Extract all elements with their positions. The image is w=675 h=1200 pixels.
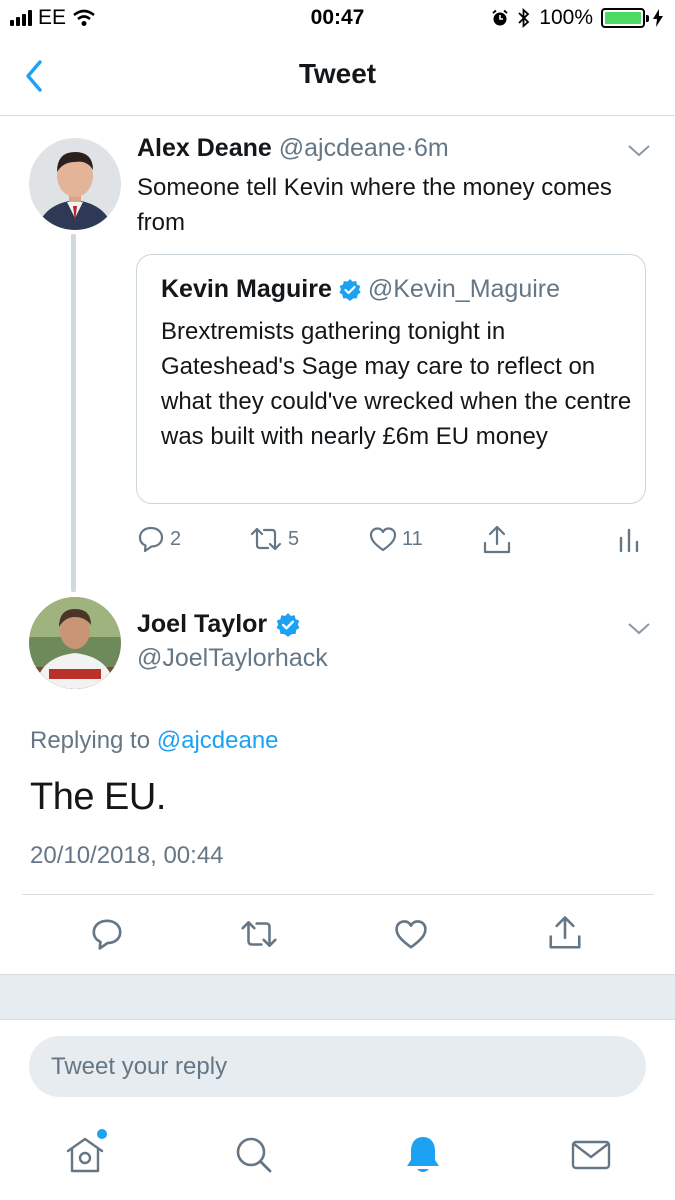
- tweet1-text: Someone tell Kevin where the money comes…: [137, 174, 612, 236]
- heart-icon: [369, 527, 397, 552]
- home-icon: [66, 1137, 104, 1173]
- verified-badge-icon: [339, 278, 361, 301]
- reply-placeholder: Tweet your reply: [51, 1052, 228, 1080]
- verified-badge-icon: [276, 612, 300, 637]
- retweet-icon: [250, 527, 282, 551]
- envelope-icon: [571, 1140, 611, 1170]
- replying-to: Replying to @ajcdeane: [30, 727, 279, 755]
- divider: [22, 894, 654, 895]
- tab-home[interactable]: [63, 1129, 107, 1177]
- battery-fill: [605, 12, 641, 24]
- meta-separator: ·: [405, 134, 414, 162]
- search-icon: [236, 1137, 272, 1173]
- tweet1-header: Alex Deane @ajcdeane·6m: [137, 134, 449, 163]
- comment-icon: [138, 526, 164, 553]
- bell-icon: [407, 1137, 439, 1172]
- retweet-icon[interactable]: [238, 916, 280, 952]
- tweet2-text: The EU.: [30, 776, 166, 818]
- like-action[interactable]: 11: [368, 524, 423, 554]
- thread-connector: [71, 234, 76, 592]
- author-handle[interactable]: @JoelTaylorhack: [137, 644, 328, 673]
- status-right: 100%: [491, 6, 663, 30]
- chevron-down-icon[interactable]: [626, 621, 652, 637]
- analytics-icon: [619, 528, 639, 553]
- author-name[interactable]: Joel Taylor: [137, 610, 267, 639]
- charging-icon: [653, 9, 663, 27]
- author-handle[interactable]: @ajcdeane: [279, 134, 406, 162]
- reply-count: 2: [170, 527, 182, 550]
- tweet2-author-row: Joel Taylor: [137, 610, 301, 639]
- bluetooth-icon: [518, 8, 530, 28]
- status-bar: EE 00:47 100%: [0, 0, 675, 38]
- tweet-age: 6m: [413, 134, 449, 162]
- home-notification-dot: [97, 1129, 107, 1139]
- heart-icon[interactable]: [393, 916, 429, 952]
- replying-to-link[interactable]: @ajcdeane: [157, 727, 279, 754]
- retweet-count: 5: [288, 527, 300, 550]
- quoted-tweet-text: Brextremists gathering tonight in Gatesh…: [161, 318, 632, 450]
- like-count: 11: [402, 527, 423, 550]
- share-action[interactable]: [482, 524, 512, 556]
- tab-search[interactable]: [232, 1133, 276, 1177]
- quoted-author-name: Kevin Maguire: [161, 275, 332, 303]
- avatar-alex-deane[interactable]: [29, 138, 121, 230]
- analytics-action[interactable]: [618, 524, 640, 554]
- share-icon: [483, 525, 511, 554]
- retweet-action[interactable]: 5: [248, 524, 299, 554]
- battery-icon: [601, 8, 649, 28]
- alarm-icon: [492, 9, 508, 26]
- reply-input[interactable]: Tweet your reply: [29, 1036, 646, 1097]
- avatar-joel-taylor[interactable]: [29, 597, 121, 689]
- quoted-author-handle: @Kevin_Maguire: [367, 275, 561, 303]
- tab-bar: [0, 1115, 675, 1200]
- quoted-tweet-header: Kevin Maguire @Kevin_Maguire: [161, 275, 560, 304]
- tab-messages[interactable]: [569, 1133, 613, 1177]
- chevron-down-icon[interactable]: [626, 143, 652, 159]
- battery-percent: 100%: [539, 6, 593, 29]
- tab-notifications[interactable]: [401, 1133, 445, 1177]
- author-name[interactable]: Alex Deane: [137, 134, 272, 162]
- share-icon[interactable]: [547, 914, 583, 952]
- reply-action[interactable]: 2: [136, 524, 181, 554]
- section-separator: [0, 974, 675, 1020]
- quoted-tweet-card[interactable]: Kevin Maguire @Kevin_Maguire Brextremist…: [136, 254, 646, 504]
- tweet2-actions: [0, 912, 675, 962]
- comment-icon[interactable]: [89, 916, 125, 952]
- replying-prefix: Replying to: [30, 727, 151, 754]
- tweet1-actions: 2 5 11: [136, 524, 646, 564]
- page-title: Tweet: [298, 58, 377, 89]
- tweet-timestamp: 20/10/2018, 00:44: [30, 842, 224, 869]
- nav-bar: Tweet: [0, 38, 675, 116]
